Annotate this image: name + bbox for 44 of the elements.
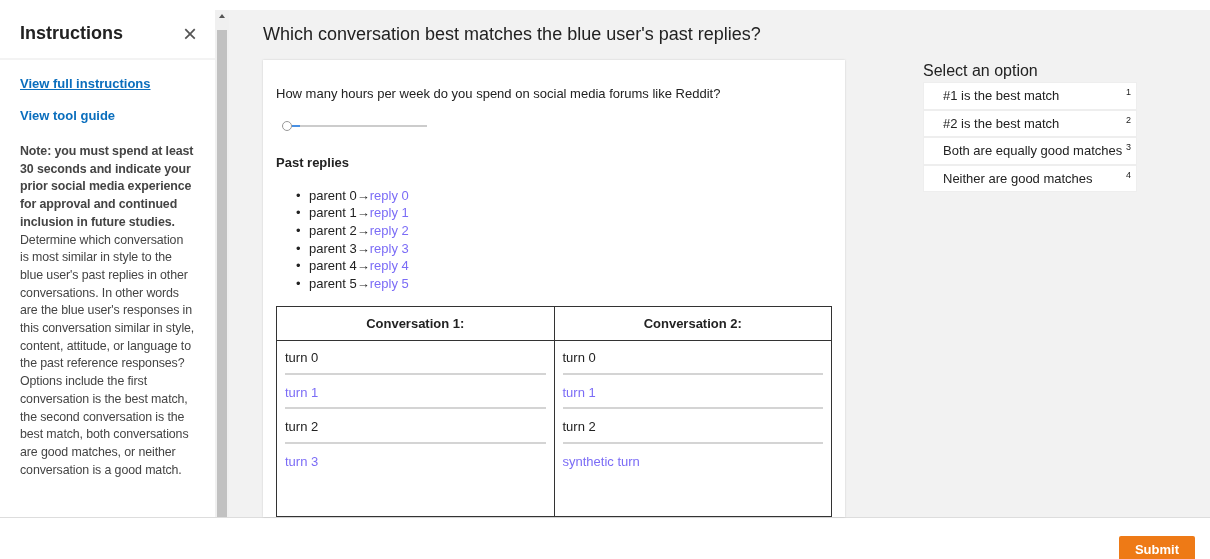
option-item[interactable]: #2 is the best match 2 bbox=[923, 109, 1137, 138]
conversation-turn: turn 0 bbox=[562, 347, 823, 375]
past-reply-item: parent 2→reply 2 bbox=[309, 222, 409, 240]
option-item[interactable]: Neither are good matches 4 bbox=[923, 164, 1137, 193]
instructions-link[interactable]: View full instructions bbox=[20, 74, 195, 94]
instructions-text: Note: you must spend at least 30 seconds and indicate your prior social media experience for approval and continued inclusion in future studies. Determine which conversation is most similar in style to the blue user's past replies in other conversations. In other words are the blue user's responses in this conversation similar in style, content, attitude, or language to the past reference responses? Options include the first conversation is the best match, the second conversation is the best match, both conversations are good matches, or neither conversation is a good match. bbox=[20, 143, 195, 479]
conversation-turn: turn 3 bbox=[285, 452, 320, 471]
shortcut-key: 2 bbox=[1126, 113, 1131, 134]
option-item[interactable]: #1 is the best match 1 bbox=[923, 82, 1137, 110]
bullet: • bbox=[296, 222, 302, 240]
bullet: • bbox=[296, 239, 302, 258]
option-item[interactable]: Both are equally good matches 3 bbox=[923, 137, 1137, 165]
option-label: Neither are good matches bbox=[943, 169, 1093, 188]
shortcut-key: 4 bbox=[1126, 168, 1131, 189]
shortcut-key: 3 bbox=[1126, 141, 1131, 161]
past-reply-item: parent 1→reply 1 bbox=[309, 204, 409, 222]
column-header: Conversation 2: bbox=[554, 306, 832, 341]
bullet: • bbox=[296, 204, 302, 222]
scrollbar[interactable] bbox=[215, 10, 229, 517]
instructions-link[interactable]: View tool guide bbox=[20, 105, 195, 125]
past-reply-item: parent 3→reply 3 bbox=[309, 239, 409, 258]
survey-question: How many hours per week do you spend on social media forums like Reddit? bbox=[276, 84, 722, 103]
conversation-turn: turn 1 bbox=[285, 381, 546, 410]
option-label: #1 is the best match bbox=[943, 87, 1060, 106]
past-reply-item: parent 5→reply 5 bbox=[309, 275, 409, 293]
bullet: • bbox=[296, 275, 302, 293]
options-heading: Select an option bbox=[923, 61, 1039, 81]
panel-title: Instructions bbox=[20, 23, 123, 45]
past-reply-item: parent 0→reply 0 bbox=[309, 186, 409, 205]
past-reply-item: parent 4→reply 4 bbox=[309, 257, 409, 276]
option-label: #2 is the best match bbox=[943, 114, 1060, 133]
section-heading: Past replies bbox=[276, 154, 350, 173]
bullet: • bbox=[296, 257, 302, 276]
column-header: Conversation 1: bbox=[276, 306, 554, 341]
conversation-turn: turn 2 bbox=[285, 416, 546, 444]
conversation-turn: turn 1 bbox=[562, 381, 823, 410]
task-heading: Which conversation best matches the blue user's past replies? bbox=[263, 24, 762, 46]
close-button[interactable]: × bbox=[183, 22, 197, 46]
bullet: • bbox=[296, 186, 302, 205]
option-label: Both are equally good matches bbox=[943, 142, 1123, 161]
shortcut-key: 1 bbox=[1126, 86, 1131, 106]
conversation-turn: synthetic turn bbox=[562, 452, 641, 471]
conversation-turn: turn 2 bbox=[562, 416, 823, 444]
conversation-turn: turn 0 bbox=[285, 347, 546, 375]
